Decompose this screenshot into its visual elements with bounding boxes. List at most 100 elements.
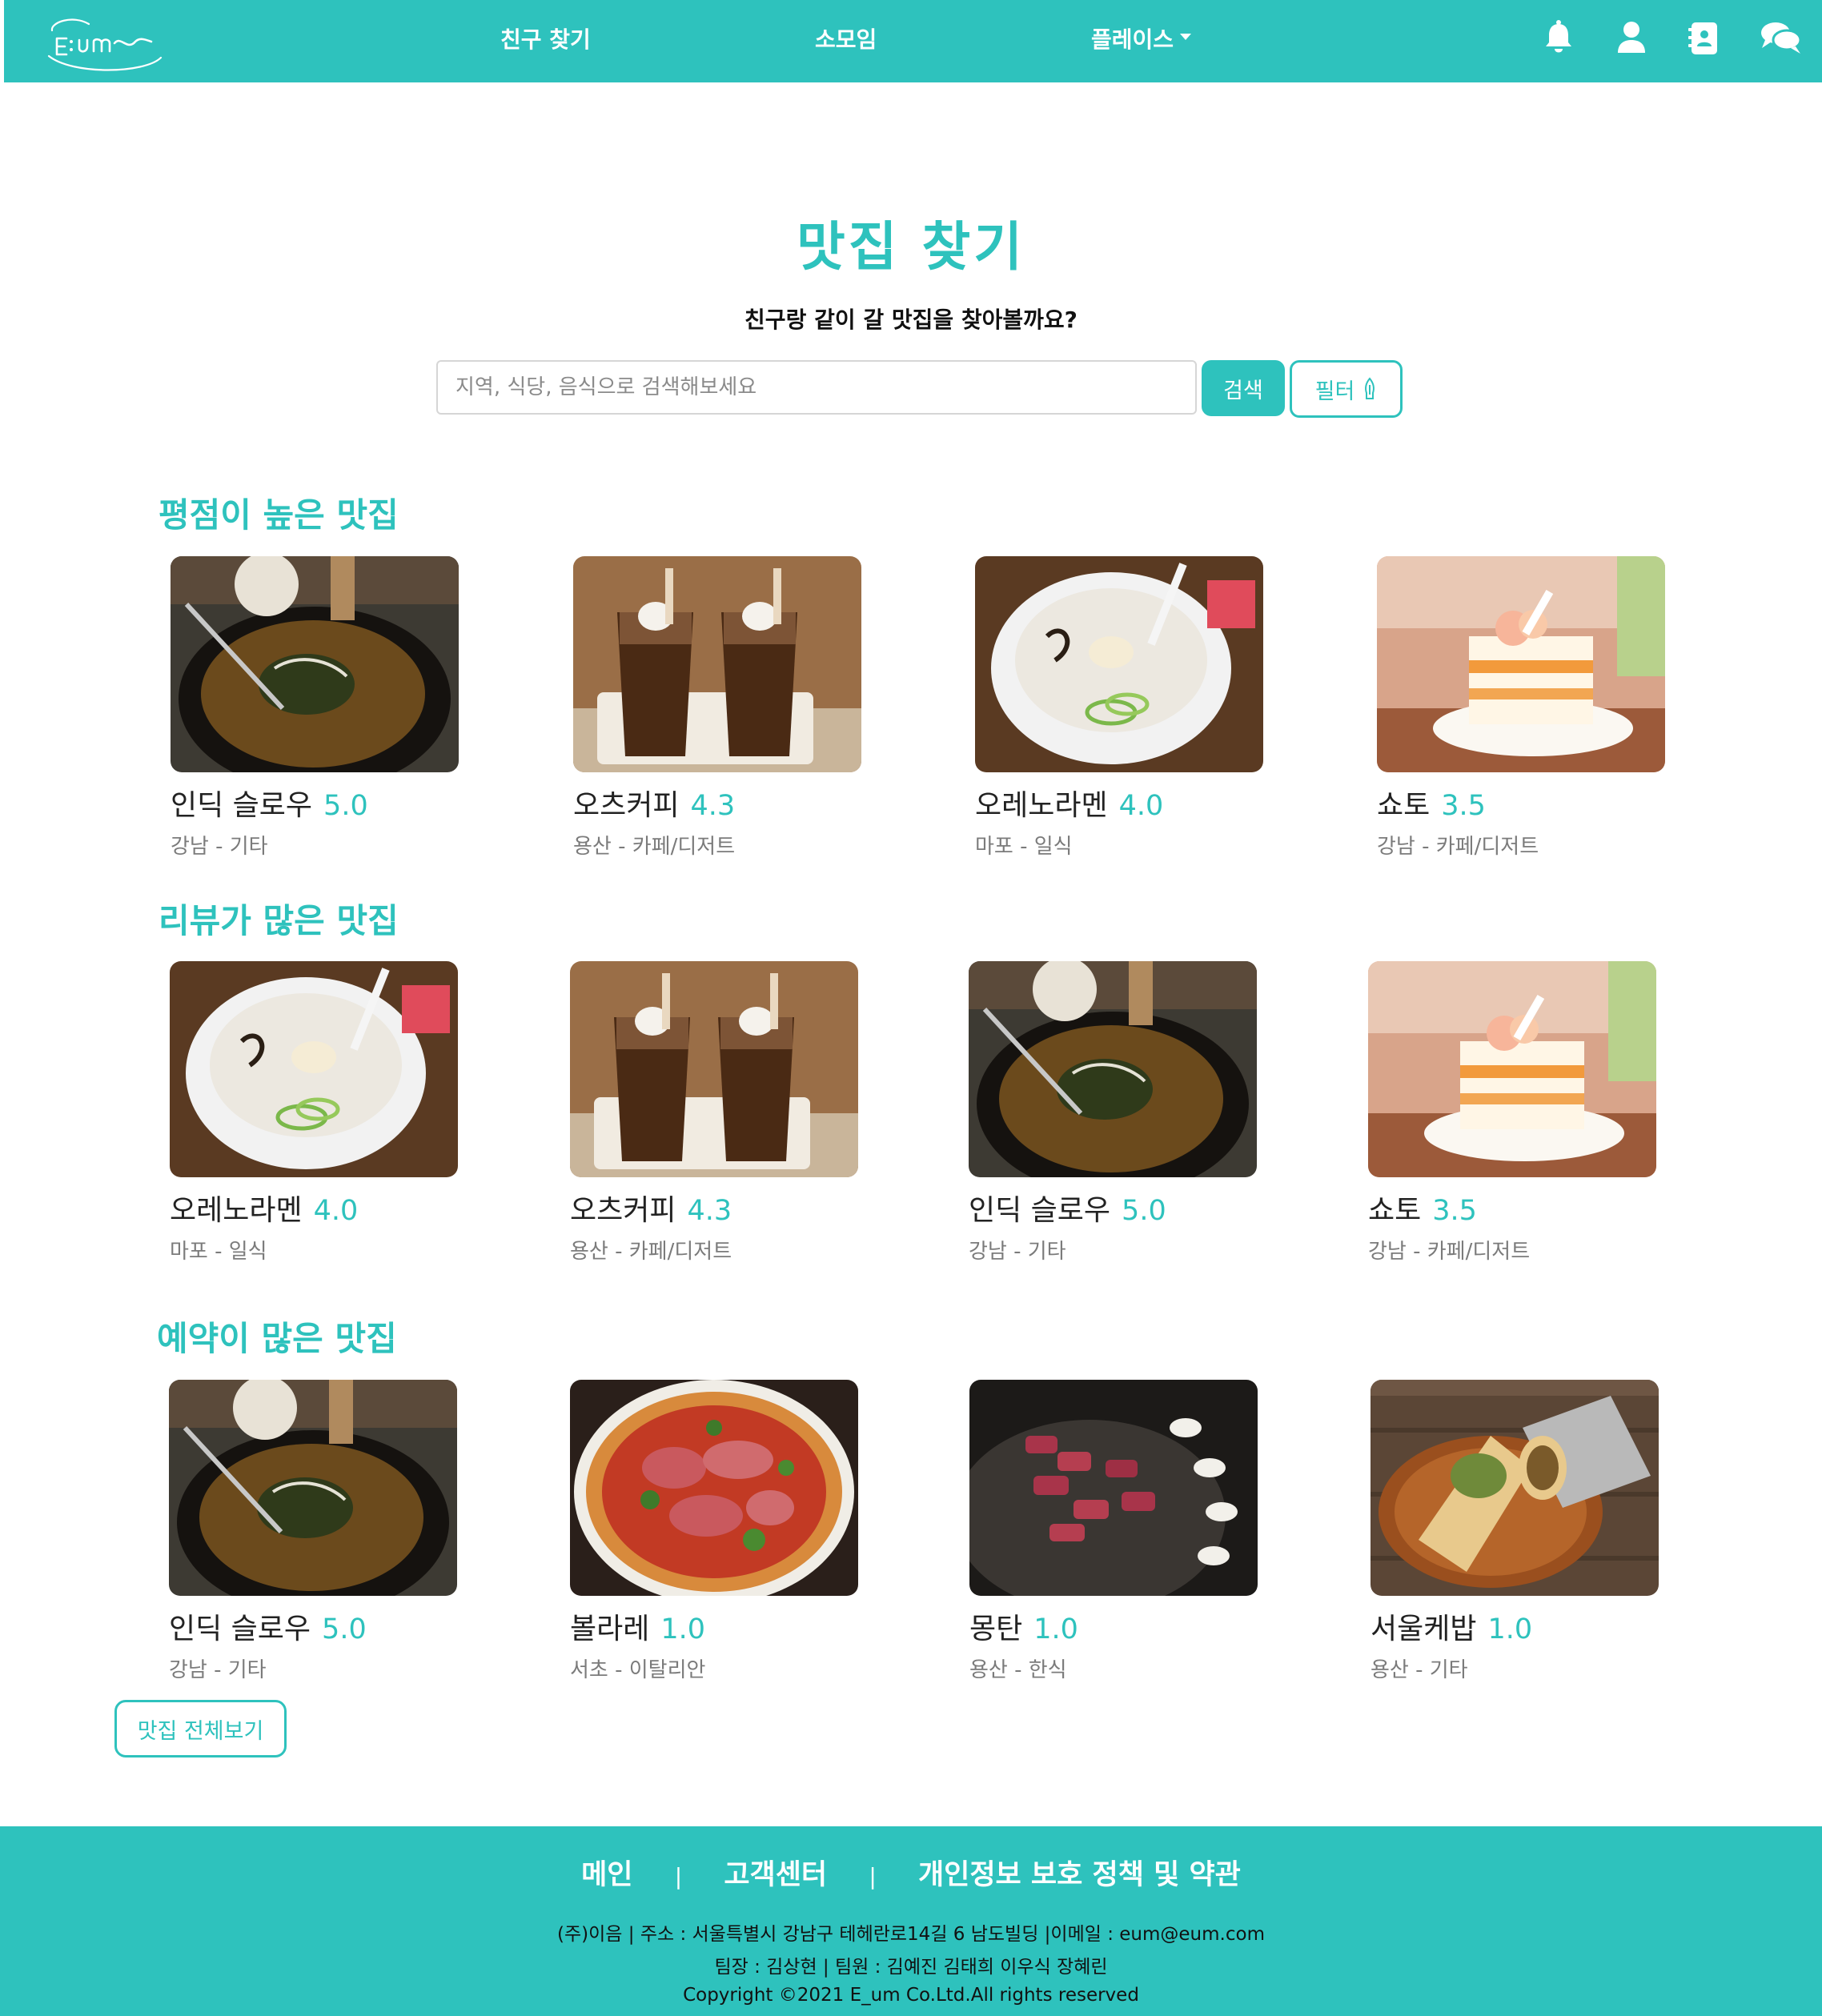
restaurant-rating: 5.0 — [322, 1613, 367, 1645]
restaurant-rating: 1.0 — [1033, 1613, 1078, 1645]
footer-copyright: Copyright ©2021 E_um Co.Ltd.All rights r… — [683, 1985, 1139, 2006]
footer-links: 메인 | 고객센터 | 개인정보 보호 정책 및 약관 — [0, 1852, 1822, 1893]
restaurant-name: 오츠커피 — [570, 1194, 676, 1227]
card-title: 인딕 슬로우 5.0 — [969, 1187, 1261, 1228]
top-navbar: 친구 찾기 소모임 플레이스 — [4, 0, 1822, 82]
restaurant-meta: 서초 - 이탈리안 — [570, 1658, 706, 1682]
restaurant-name: 오레노라멘 — [170, 1194, 303, 1227]
card-title: 볼라레 1.0 — [570, 1605, 862, 1647]
restaurant-rating: 5.0 — [323, 790, 368, 822]
contact-book-icon[interactable] — [1684, 18, 1724, 58]
footer-link-main[interactable]: 메인 — [581, 1859, 632, 1891]
restaurant-rating: 5.0 — [1122, 1195, 1166, 1227]
restaurant-card[interactable]: 인딕 슬로우 5.0 강남 - 기타 — [171, 556, 463, 860]
footer-link-customer-center[interactable]: 고객센터 — [724, 1859, 827, 1891]
restaurant-meta: 강남 - 기타 — [171, 835, 268, 859]
food-image-bbq[interactable] — [969, 1380, 1258, 1596]
restaurant-name: 인딕 슬로우 — [969, 1194, 1111, 1227]
food-image-ramen[interactable] — [170, 961, 458, 1177]
nav-friend-search[interactable]: 친구 찾기 — [500, 22, 591, 54]
food-image-coffee[interactable] — [570, 961, 858, 1177]
restaurant-card[interactable]: 인딕 슬로우 5.0 강남 - 기타 — [969, 961, 1261, 1265]
card-title: 서울케밥 1.0 — [1371, 1605, 1663, 1647]
view-all-restaurants-button[interactable]: 맛집 전체보기 — [114, 1700, 287, 1757]
restaurant-name: 인딕 슬로우 — [169, 1613, 311, 1645]
restaurant-meta: 마포 - 일식 — [975, 835, 1073, 859]
restaurant-card[interactable]: 오츠커피 4.3 용산 - 카페/디저트 — [573, 556, 865, 860]
restaurant-card[interactable]: 오레노라멘 4.0 마포 - 일식 — [170, 961, 462, 1265]
restaurant-card[interactable]: 오츠커피 4.3 용산 - 카페/디저트 — [570, 961, 862, 1265]
nav-small-group-label: 소모임 — [815, 26, 877, 53]
restaurant-rating: 1.0 — [1487, 1613, 1533, 1645]
restaurant-card[interactable]: 쇼토 3.5 강남 - 카페/디저트 — [1377, 556, 1669, 860]
restaurant-card[interactable]: 몽탄 1.0 용산 - 한식 — [969, 1380, 1262, 1683]
card-title: 오츠커피 4.3 — [570, 1187, 862, 1228]
restaurant-card[interactable]: 쇼토 3.5 강남 - 카페/디저트 — [1368, 961, 1660, 1265]
filter-button-label: 필터 — [1314, 379, 1355, 404]
footer-team: 팀장 : 김상현 | 팀원 : 김예진 김태희 이우식 장혜린 — [714, 1957, 1108, 1978]
restaurant-name: 인딕 슬로우 — [171, 789, 313, 822]
card-title: 쇼토 3.5 — [1377, 782, 1669, 824]
food-image-ramen[interactable] — [975, 556, 1263, 772]
footer-address: (주)이음 | 주소 : 서울특별시 강남구 테헤란로14길 6 남도빌딩 |이… — [557, 1924, 1265, 1945]
food-image-kebab[interactable] — [1371, 1380, 1659, 1596]
food-image-cake[interactable] — [1377, 556, 1665, 772]
card-title: 인딕 슬로우 5.0 — [171, 782, 463, 824]
footer-separator: | — [869, 1862, 877, 1890]
search-button[interactable]: 검색 — [1202, 360, 1285, 416]
food-image-pizza[interactable] — [570, 1380, 858, 1596]
restaurant-meta: 강남 - 기타 — [969, 1240, 1066, 1264]
restaurant-meta: 마포 - 일식 — [170, 1240, 267, 1264]
eum-logo[interactable] — [41, 6, 174, 74]
chevron-down-icon — [1180, 34, 1192, 40]
restaurant-card[interactable]: 서울케밥 1.0 용산 - 기타 — [1371, 1380, 1663, 1683]
restaurant-name: 몽탄 — [969, 1613, 1023, 1645]
food-image-curry[interactable] — [169, 1380, 457, 1596]
restaurant-meta: 용산 - 카페/디저트 — [573, 835, 736, 859]
card-title: 인딕 슬로우 5.0 — [169, 1605, 461, 1647]
restaurant-name: 쇼토 — [1377, 789, 1431, 822]
card-title: 오레노라멘 4.0 — [975, 782, 1267, 824]
restaurant-meta: 강남 - 기타 — [169, 1658, 267, 1682]
filter-button[interactable]: 필터 — [1290, 360, 1403, 418]
bell-icon[interactable] — [1539, 18, 1579, 58]
section-title-top-rated: 평점이 높은 맛집 — [159, 495, 399, 535]
restaurant-rating: 1.0 — [660, 1613, 706, 1645]
nav-place-label: 플레이스 — [1091, 26, 1174, 53]
footer-link-privacy-policy[interactable]: 개인정보 보호 정책 및 약관 — [918, 1859, 1241, 1891]
section-title-most-reserved: 예약이 많은 맛집 — [157, 1319, 397, 1358]
card-title: 쇼토 3.5 — [1368, 1187, 1660, 1228]
nav-small-group[interactable]: 소모임 — [815, 22, 877, 54]
restaurant-rating: 4.0 — [313, 1195, 359, 1227]
restaurant-card[interactable]: 볼라레 1.0 서초 - 이탈리안 — [570, 1380, 862, 1683]
restaurant-rating: 3.5 — [1432, 1195, 1477, 1227]
restaurant-rating: 3.5 — [1441, 790, 1486, 822]
food-image-cake[interactable] — [1368, 961, 1656, 1177]
filter-icon — [1365, 377, 1375, 399]
restaurant-meta: 용산 - 카페/디저트 — [570, 1240, 732, 1264]
food-image-curry[interactable] — [969, 961, 1257, 1177]
card-title: 오츠커피 4.3 — [573, 782, 865, 824]
nav-place-dropdown[interactable]: 플레이스 — [1091, 22, 1192, 54]
restaurant-name: 쇼토 — [1368, 1194, 1422, 1227]
restaurant-card[interactable]: 오레노라멘 4.0 마포 - 일식 — [975, 556, 1267, 860]
food-image-coffee[interactable] — [573, 556, 861, 772]
card-title: 몽탄 1.0 — [969, 1605, 1262, 1647]
chat-icon[interactable] — [1759, 18, 1804, 58]
restaurant-card[interactable]: 인딕 슬로우 5.0 강남 - 기타 — [169, 1380, 461, 1683]
food-image-curry[interactable] — [171, 556, 459, 772]
page-subtitle: 친구랑 같이 갈 맛집을 찾아볼까요? — [744, 307, 1078, 333]
footer-separator: | — [674, 1862, 683, 1890]
restaurant-rating: 4.3 — [690, 790, 736, 822]
user-icon[interactable] — [1611, 18, 1651, 58]
search-input[interactable] — [436, 360, 1197, 415]
restaurant-rating: 4.0 — [1118, 790, 1164, 822]
restaurant-name: 서울케밥 — [1371, 1613, 1477, 1645]
restaurant-name: 오레노라멘 — [975, 789, 1108, 822]
restaurant-meta: 용산 - 한식 — [969, 1658, 1067, 1682]
restaurant-meta: 강남 - 카페/디저트 — [1368, 1240, 1531, 1264]
restaurant-name: 오츠커피 — [573, 789, 680, 822]
card-title: 오레노라멘 4.0 — [170, 1187, 462, 1228]
restaurant-rating: 4.3 — [687, 1195, 732, 1227]
nav-friend-search-label: 친구 찾기 — [500, 26, 591, 53]
